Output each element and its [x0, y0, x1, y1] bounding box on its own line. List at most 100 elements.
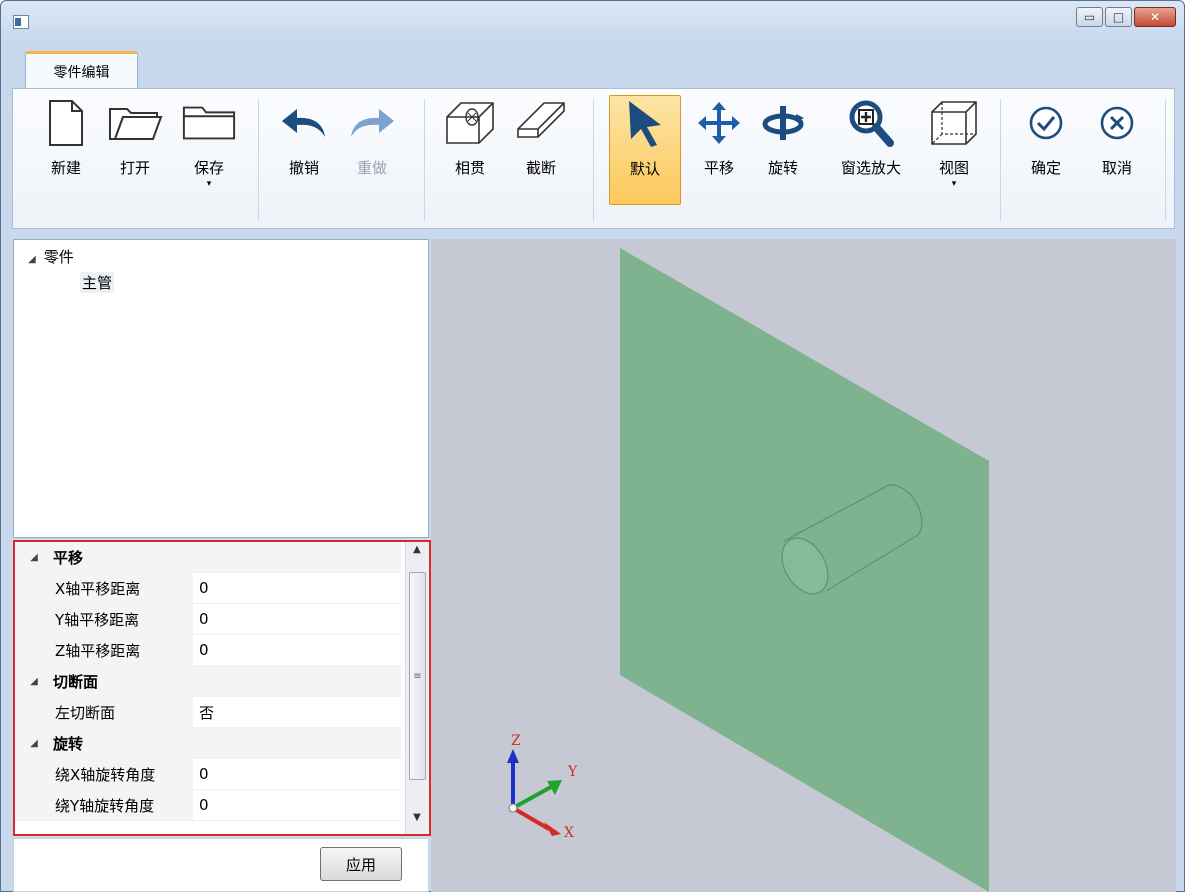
y-axis-label: Y — [567, 764, 578, 780]
tab-part-edit-label: 零件编辑 — [53, 64, 110, 81]
check-circle-icon — [1018, 95, 1074, 151]
intersect-icon — [442, 95, 498, 151]
minimize-icon: ▭ — [1083, 10, 1096, 24]
scroll-up-icon[interactable]: ▲ — [406, 544, 428, 564]
tree-node-parts[interactable]: ◢ 零件 — [28, 246, 74, 267]
cursor-icon — [617, 96, 673, 152]
tree-node-main-pipe[interactable]: 主管 — [80, 272, 115, 293]
intersect-button-label: 相贯 — [454, 159, 485, 177]
chevron-down-icon: ▾ — [206, 179, 212, 189]
zoom-window-button[interactable]: 窗选放大 — [829, 95, 913, 201]
redo-button[interactable]: 重做 — [339, 95, 405, 201]
pan-button-label: 平移 — [703, 159, 734, 177]
property-value-z-translate[interactable]: 0 — [193, 641, 209, 659]
property-name: 绕X轴旋转角度 — [15, 759, 193, 789]
close-icon: ✕ — [1149, 10, 1161, 24]
undo-button-label: 撤销 — [288, 159, 319, 177]
main-window: ▭ □ ✕ 零件编辑 新建 打开 保存 ▾ 撤销 重做 相贯 截断 默认 平移 … — [0, 0, 1185, 892]
property-name: 左切断面 — [15, 697, 193, 727]
property-value-y-translate[interactable]: 0 — [193, 610, 209, 628]
zoom-window-label: 窗选放大 — [840, 159, 901, 177]
property-row: Y轴平移距离 0 — [15, 604, 401, 635]
property-value-x-rotate[interactable]: 0 — [193, 765, 209, 783]
default-select-button[interactable]: 默认 — [609, 95, 681, 205]
redo-button-label: 重做 — [356, 159, 387, 177]
new-file-icon — [38, 95, 94, 151]
x-axis-label: X — [564, 825, 574, 841]
cut-button[interactable]: 截断 — [508, 95, 574, 201]
category-rotation-label: 旋转 — [53, 734, 84, 753]
collapse-arrow-icon[interactable]: ◢ — [15, 676, 53, 687]
property-value-y-rotate[interactable]: 0 — [193, 796, 209, 814]
ribbon-separator — [258, 99, 259, 221]
property-name: Y轴平移距离 — [15, 604, 193, 634]
undo-icon — [276, 95, 332, 151]
category-cut-plane-label: 切断面 — [53, 672, 99, 691]
open-button-label: 打开 — [119, 159, 150, 177]
scene-canvas: Z Y X — [507, 248, 989, 892]
chevron-down-icon: ▾ — [951, 179, 957, 189]
new-button[interactable]: 新建 — [33, 95, 99, 201]
minimize-button[interactable]: ▭ — [1076, 7, 1103, 27]
x-circle-icon — [1089, 95, 1145, 151]
3d-viewport[interactable]: Z Y X — [431, 239, 1176, 892]
apply-bar: 应用 — [13, 838, 429, 892]
scroll-thumb[interactable]: ≡ — [409, 572, 426, 780]
maximize-icon: □ — [1112, 10, 1125, 24]
collapse-arrow-icon[interactable]: ◢ — [15, 552, 53, 563]
window-controls: ▭ □ ✕ — [1076, 7, 1176, 27]
cancel-button[interactable]: 取消 — [1084, 95, 1150, 201]
open-folder-icon — [107, 95, 163, 151]
property-grid: ◢ 平移 X轴平移距离 0 Y轴平移距离 0 Z轴平移距离 0 ◢ 切断面 左切… — [13, 540, 431, 836]
close-button[interactable]: ✕ — [1134, 7, 1176, 27]
category-cut-plane[interactable]: ◢ 切断面 — [15, 666, 401, 697]
property-value-left-cut[interactable]: 否 — [193, 702, 214, 723]
cancel-button-label: 取消 — [1101, 159, 1132, 177]
redo-icon — [344, 95, 400, 151]
ribbon-separator — [424, 99, 425, 221]
scroll-down-icon[interactable]: ▼ — [406, 812, 428, 832]
ribbon-separator — [593, 99, 594, 221]
property-row: X轴平移距离 0 — [15, 573, 401, 604]
axis-triad: Z Y X — [507, 733, 578, 841]
maximize-button[interactable]: □ — [1105, 7, 1132, 27]
open-button[interactable]: 打开 — [102, 95, 168, 201]
default-select-label: 默认 — [629, 160, 660, 178]
pan-button[interactable]: 平移 — [686, 95, 752, 201]
grip-icon: ≡ — [413, 670, 422, 682]
property-list: ◢ 平移 X轴平移距离 0 Y轴平移距离 0 Z轴平移距离 0 ◢ 切断面 左切… — [15, 542, 401, 834]
view-cube-icon — [926, 95, 982, 151]
rotate-icon — [755, 95, 811, 151]
intersect-button[interactable]: 相贯 — [437, 95, 503, 201]
confirm-button[interactable]: 确定 — [1013, 95, 1079, 201]
expand-arrow-icon[interactable]: ◢ — [28, 254, 36, 265]
y-axis — [512, 785, 552, 810]
rotate-button-label: 旋转 — [767, 159, 798, 177]
ribbon-separator — [1000, 99, 1001, 221]
rotate-button[interactable]: 旋转 — [750, 95, 816, 201]
z-axis-label: Z — [511, 733, 521, 749]
tab-part-edit[interactable]: 零件编辑 — [25, 51, 138, 89]
save-button[interactable]: 保存 ▾ — [176, 95, 242, 201]
property-row: 绕Y轴旋转角度 0 — [15, 790, 401, 821]
new-button-label: 新建 — [50, 159, 81, 177]
property-scrollbar[interactable]: ▲ ≡ ▼ — [405, 542, 429, 834]
property-name: Z轴平移距离 — [15, 635, 193, 665]
category-rotation[interactable]: ◢ 旋转 — [15, 728, 401, 759]
apply-button[interactable]: 应用 — [320, 847, 402, 881]
undo-button[interactable]: 撤销 — [271, 95, 337, 201]
x-axis — [511, 806, 551, 831]
save-button-label: 保存 — [193, 159, 224, 177]
title-bar: ▭ □ ✕ — [1, 1, 1184, 45]
property-row: Z轴平移距离 0 — [15, 635, 401, 666]
z-arrow-icon — [507, 749, 519, 763]
category-translation[interactable]: ◢ 平移 — [15, 542, 401, 573]
property-name: X轴平移距离 — [15, 573, 193, 603]
cut-icon — [513, 95, 569, 151]
property-value-x-translate[interactable]: 0 — [193, 579, 209, 597]
collapse-arrow-icon[interactable]: ◢ — [15, 738, 53, 749]
confirm-button-label: 确定 — [1030, 159, 1061, 177]
view-button[interactable]: 视图 ▾ — [921, 95, 987, 201]
save-folder-icon — [181, 95, 237, 151]
view-button-label: 视图 — [938, 159, 969, 177]
